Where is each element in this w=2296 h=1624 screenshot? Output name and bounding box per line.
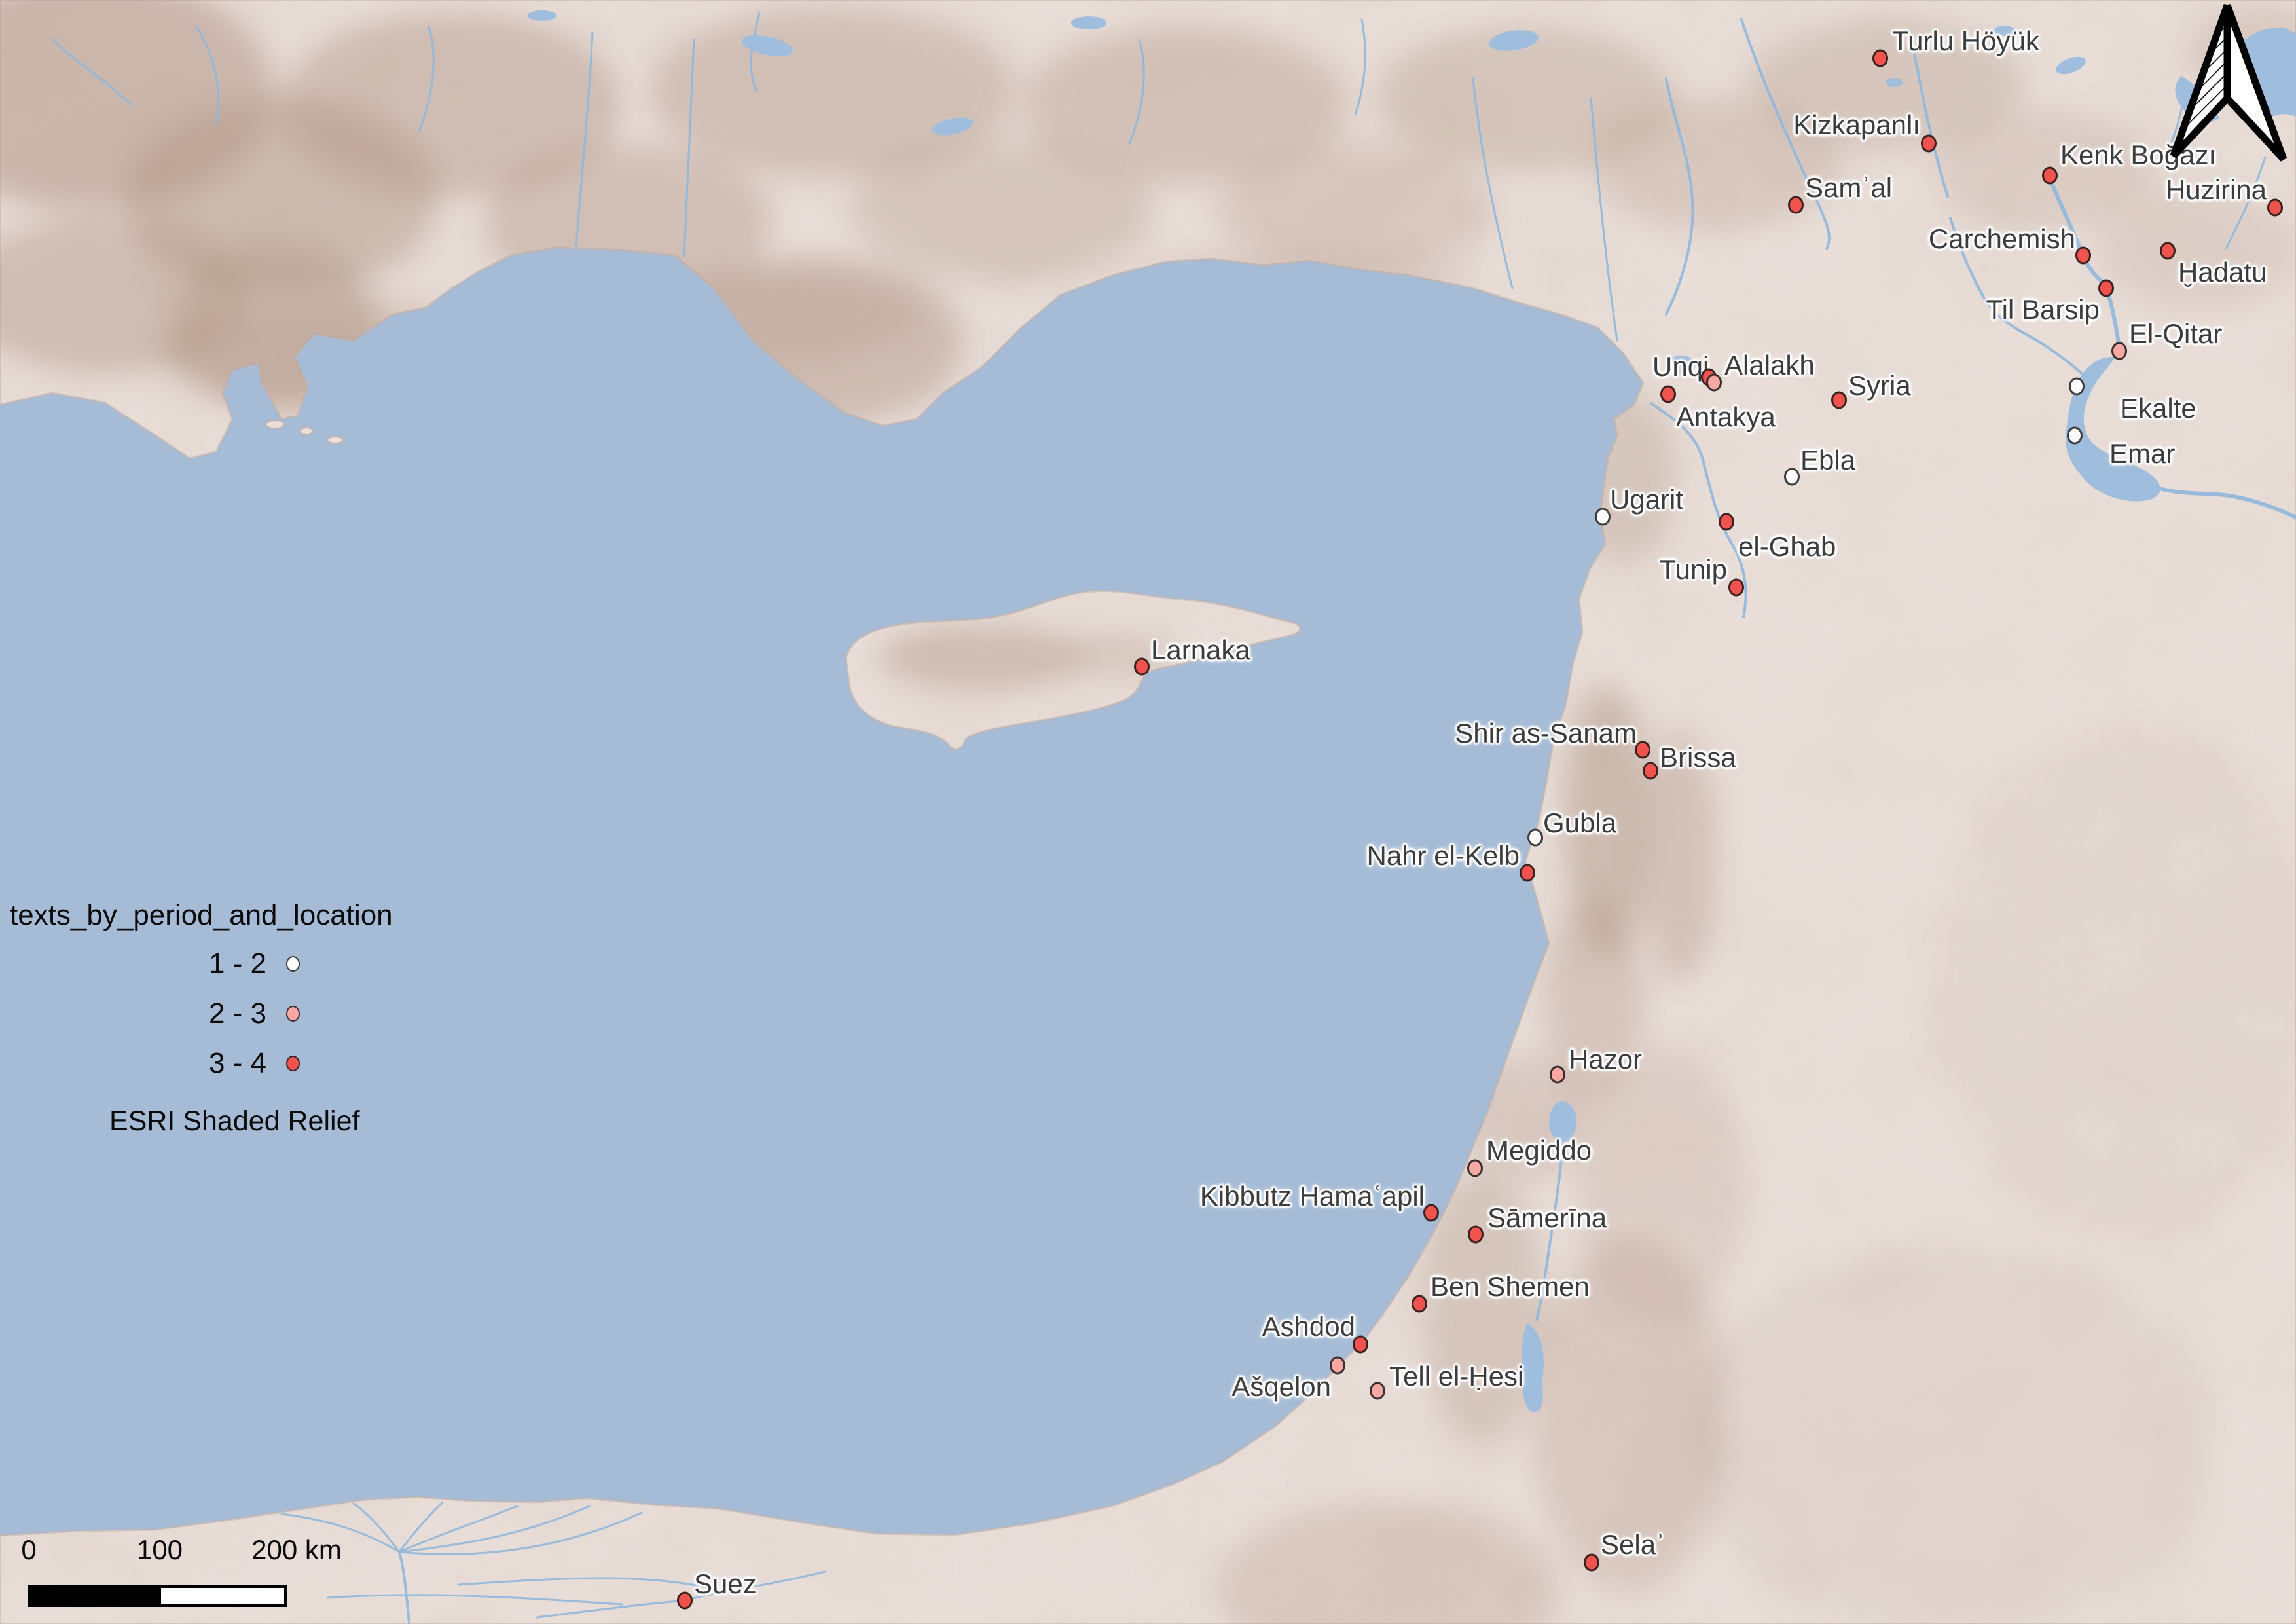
site-marker-larnaka <box>1134 658 1150 676</box>
site-label-ben-shemen: Ben Shemen <box>1430 1272 1590 1302</box>
site-label-adatu: Ḫadatu <box>2178 257 2267 287</box>
legend-class-label: 3 - 4 <box>209 1047 266 1080</box>
site-label-ugarit: Ugarit <box>1610 485 1683 515</box>
site-marker-kibbutz-hama-apil <box>1423 1204 1439 1222</box>
scale-bar-tick: 100 <box>137 1535 183 1565</box>
scale-bar-tick: 200 km <box>251 1535 342 1565</box>
site-marker-gubla <box>1527 829 1543 847</box>
site-marker-nahr-el-kelb <box>1520 864 1535 882</box>
site-label-carchemish: Carchemish <box>1929 224 2075 254</box>
site-label-nahr-el-kelb: Nahr el-Kelb <box>1367 841 1520 871</box>
site-marker-ben-shemen <box>1412 1295 1427 1313</box>
legend-title: texts_by_period_and_location <box>10 898 393 932</box>
site-label-suez: Suez <box>694 1569 757 1599</box>
legend-class-row: 2 - 3 <box>10 995 304 1032</box>
site-marker-ebla <box>1784 468 1800 486</box>
legend-class-label: 1 - 2 <box>209 948 266 980</box>
legend-class-row: 1 - 2 <box>10 946 304 982</box>
site-label-brissa: Brissa <box>1660 743 1736 773</box>
site-label-shir-as-sanam: Shir as-Sanam <box>1455 718 1637 748</box>
site-label-sela: Selaʾ <box>1601 1530 1665 1560</box>
scale-bar-tick: 0 <box>21 1535 36 1565</box>
map-canvas[interactable]: Turlu HöyükKizkapanlıKenk BoğazıSamʾalHu… <box>0 0 2296 1624</box>
site-label-til-barsip: Til Barsip <box>1986 295 2100 325</box>
site-label-emar: Emar <box>2109 439 2175 469</box>
site-marker-kenk-bo-az <box>2042 167 2058 185</box>
site-label-kibbutz-hama-apil: Kibbutz Hamaʿapil <box>1200 1181 1425 1211</box>
site-label-hazor: Hazor <box>1569 1044 1642 1075</box>
site-label-sam-al: Samʾal <box>1805 173 1892 203</box>
legend-class-label: 2 - 3 <box>209 997 266 1030</box>
legend-basemap-label: ESRI Shaded Relief <box>109 1105 359 1137</box>
site-marker-megiddo <box>1467 1160 1483 1177</box>
legend-class-row: 3 - 4 <box>10 1045 304 1082</box>
site-label-ebla: Ebla <box>1800 445 1855 475</box>
site-marker-syria <box>1831 392 1847 409</box>
site-marker-ugarit <box>1595 508 1611 526</box>
site-label-antakya: Antakya <box>1676 402 1776 432</box>
site-label-el-qitar: El-Qitar <box>2129 319 2222 349</box>
site-marker-kizkapanl <box>1921 135 1937 153</box>
site-marker-suez <box>677 1592 693 1610</box>
site-label-tell-el-esi: Tell el-Ḥesi <box>1389 1361 1523 1392</box>
sites-layer: Turlu HöyükKizkapanlıKenk BoğazıSamʾalHu… <box>0 0 2296 1624</box>
site-marker-ekalte <box>2069 378 2085 396</box>
legend-class-symbol <box>286 1056 300 1071</box>
scale-bar-bar <box>28 1585 287 1607</box>
site-label-el-ghab: el-Ghab <box>1738 532 1836 562</box>
north-arrow-icon <box>2167 0 2291 164</box>
site-label-ashdod: Ashdod <box>1262 1312 1355 1342</box>
site-marker-el-ghab <box>1719 513 1734 531</box>
site-label-megiddo: Megiddo <box>1486 1135 1592 1166</box>
scale-bar: 0 100 200 km <box>16 1535 356 1614</box>
site-marker-unqi <box>1660 386 1676 403</box>
site-marker-tunip <box>1728 579 1744 597</box>
legend-class-symbol <box>286 1006 300 1022</box>
site-marker-carchemish <box>2075 247 2091 265</box>
site-marker-sam-al <box>1788 196 1804 214</box>
site-marker-brissa <box>1643 762 1658 780</box>
site-marker-huzirina <box>2267 199 2283 217</box>
site-marker-emar <box>2067 427 2083 445</box>
site-marker-shir-as-sanam <box>1635 741 1650 759</box>
site-label-s-mer-na: Sāmerīna <box>1487 1203 1607 1233</box>
site-marker-el-qitar <box>2111 342 2127 360</box>
site-label-turlu-h-y-k: Turlu Höyük <box>1892 26 2039 56</box>
scale-bar-segment-100-200 <box>158 1585 287 1607</box>
site-label-ekalte: Ekalte <box>2120 394 2196 424</box>
site-marker-s-mer-na <box>1468 1226 1484 1244</box>
site-marker-hazor <box>1550 1066 1565 1084</box>
site-label-syria: Syria <box>1848 371 1911 401</box>
site-marker-a-qelon <box>1330 1357 1345 1375</box>
site-marker-sela <box>1584 1554 1599 1572</box>
site-label-kizkapanl: Kizkapanlı <box>1793 110 1920 140</box>
site-marker-adatu <box>2160 242 2176 260</box>
scale-bar-segment-0-100 <box>28 1585 158 1607</box>
site-label-gubla: Gubla <box>1543 808 1616 838</box>
site-marker-til-barsip <box>2098 280 2114 297</box>
site-label-huzirina: Huzirina <box>2166 175 2267 205</box>
site-label-tunip: Tunip <box>1659 555 1727 585</box>
site-marker-alalakh <box>1706 374 1722 392</box>
site-marker-turlu-h-y-k <box>1872 50 1888 67</box>
site-label-larnaka: Larnaka <box>1151 635 1250 665</box>
legend-class-symbol <box>286 956 300 972</box>
site-marker-tell-el-esi <box>1370 1382 1385 1400</box>
site-label-alalakh: Alalakh <box>1724 350 1815 380</box>
site-label-a-qelon: Ašqelon <box>1231 1372 1331 1402</box>
